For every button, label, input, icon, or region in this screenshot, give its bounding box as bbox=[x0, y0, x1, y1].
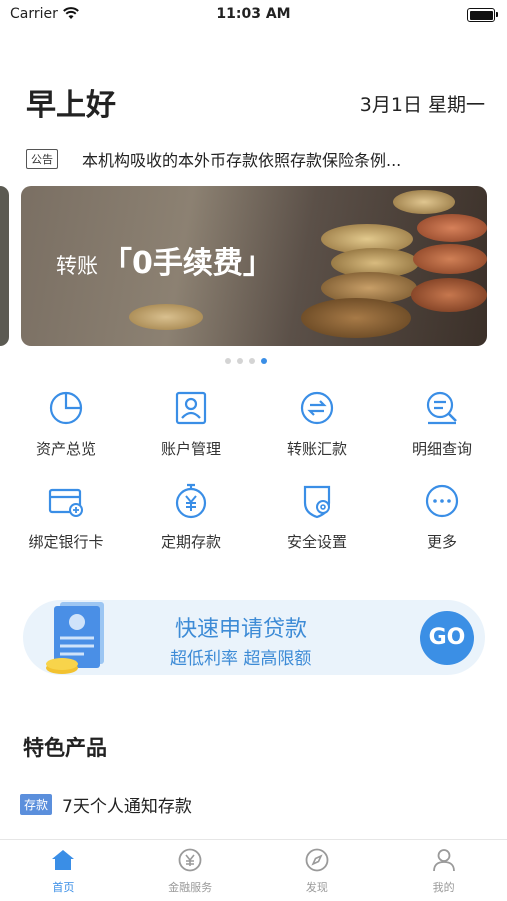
action-label: 转账汇款 bbox=[286, 440, 347, 458]
shield-gear-icon bbox=[303, 485, 331, 519]
tab-mine[interactable]: 我的 bbox=[380, 848, 507, 895]
banner-text-highlight: 「0手续费」 bbox=[102, 246, 273, 281]
date-label: 3月1日 星期一 bbox=[359, 94, 485, 116]
tab-discover[interactable]: 发现 bbox=[254, 848, 381, 895]
page-dot[interactable] bbox=[237, 358, 243, 364]
tab-label: 我的 bbox=[432, 881, 455, 894]
product-tag: 存款 bbox=[20, 794, 53, 815]
compass-icon bbox=[305, 848, 329, 872]
action-more[interactable]: 更多 bbox=[382, 481, 502, 552]
person-icon bbox=[432, 849, 455, 872]
action-label: 资产总览 bbox=[35, 440, 96, 458]
yuan-coin-icon bbox=[178, 848, 202, 872]
action-label: 绑定银行卡 bbox=[28, 533, 104, 551]
section-title-featured: 特色产品 bbox=[23, 736, 107, 760]
action-label: 明细查询 bbox=[411, 440, 472, 458]
action-security-settings[interactable]: 安全设置 bbox=[257, 481, 377, 552]
transfer-icon bbox=[300, 391, 334, 425]
loan-go-button[interactable]: GO bbox=[420, 611, 474, 665]
banner-page-indicator bbox=[225, 358, 267, 364]
search-detail-icon bbox=[426, 391, 457, 425]
action-label: 账户管理 bbox=[160, 440, 221, 458]
bank-card-icon bbox=[48, 488, 83, 517]
tab-label: 首页 bbox=[52, 881, 75, 894]
action-account-management[interactable]: 账户管理 bbox=[131, 388, 251, 459]
action-label: 更多 bbox=[426, 533, 457, 551]
banner-text-prefix: 转账 bbox=[56, 254, 98, 278]
timer-yuan-icon bbox=[175, 483, 207, 519]
action-label: 安全设置 bbox=[286, 533, 347, 551]
greeting-title: 早上好 bbox=[26, 88, 116, 123]
product-name[interactable]: 7天个人通知存款 bbox=[62, 792, 192, 817]
more-icon bbox=[425, 484, 459, 518]
action-detail-query[interactable]: 明细查询 bbox=[382, 388, 502, 459]
account-card-icon bbox=[175, 391, 207, 425]
page-dot[interactable] bbox=[249, 358, 255, 364]
loan-subtitle: 超低利率 超高限额 bbox=[170, 649, 312, 669]
banner-prev-slide[interactable] bbox=[0, 186, 9, 346]
clock: 11:03 AM bbox=[216, 6, 291, 22]
page-dot[interactable] bbox=[225, 358, 231, 364]
tab-label: 金融服务 bbox=[168, 881, 213, 894]
promo-banner[interactable]: 转账 「0手续费」 bbox=[21, 186, 487, 346]
tab-financial-services[interactable]: 金融服务 bbox=[127, 848, 254, 895]
status-bar: Carrier 11:03 AM bbox=[0, 0, 507, 30]
banner-headline: 转账 「0手续费」 bbox=[56, 238, 273, 282]
action-label: 定期存款 bbox=[160, 533, 221, 551]
loan-title: 快速申请贷款 bbox=[175, 617, 308, 642]
tab-label: 发现 bbox=[305, 881, 328, 894]
action-asset-overview[interactable]: 资产总览 bbox=[6, 388, 126, 459]
page-dot-active[interactable] bbox=[261, 358, 267, 364]
tab-bar: 首页 金融服务 发现 我的 bbox=[0, 839, 507, 901]
tab-home[interactable]: 首页 bbox=[0, 848, 127, 895]
battery-icon bbox=[467, 8, 498, 22]
pie-chart-icon bbox=[49, 391, 83, 425]
action-bind-card[interactable]: 绑定银行卡 bbox=[6, 481, 126, 552]
notice-tag: 公告 bbox=[26, 149, 58, 169]
loan-document-icon bbox=[46, 602, 104, 674]
home-icon bbox=[52, 850, 75, 870]
action-fixed-deposit[interactable]: 定期存款 bbox=[131, 481, 251, 552]
action-transfer[interactable]: 转账汇款 bbox=[257, 388, 377, 459]
notice-text[interactable]: 本机构吸收的本外币存款依照存款保险条例... bbox=[82, 147, 472, 171]
